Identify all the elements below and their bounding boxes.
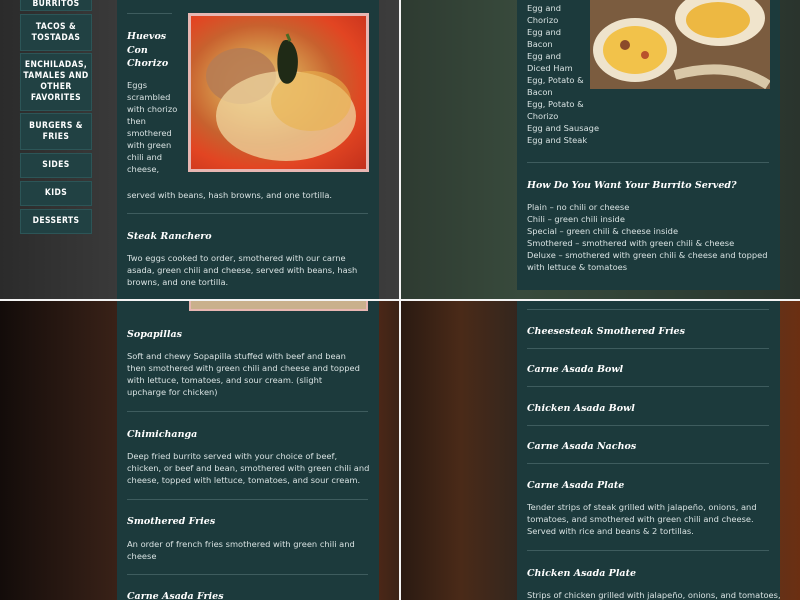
list-item: Egg and Sausage [527, 123, 600, 133]
divider [527, 386, 769, 387]
item-title-carne-asada-fries: Carne Asada Fries [127, 591, 224, 600]
divider [127, 411, 368, 412]
menu-panel: Egg and Chorizo Egg and Bacon Egg and Di… [517, 0, 780, 290]
quadrant-top-right: Egg and Chorizo Egg and Bacon Egg and Di… [401, 0, 800, 299]
food-photo-edge [189, 301, 368, 311]
item-title-huevos-con-chorizo: Huevos Con Chorizo [127, 31, 169, 69]
served-options-list: Plain – no chili or cheese Chili – green… [527, 201, 772, 273]
menu-panel: Sopapillas Soft and chewy Sopapilla stuf… [117, 301, 379, 600]
list-item: Egg and Steak [527, 135, 588, 145]
list-item: Egg, Potato & Chorizo [527, 99, 584, 121]
item-desc-sopapillas: Soft and chewy Sopapilla stuffed with be… [127, 351, 360, 397]
quadrant-bottom-left: Sopapillas Soft and chewy Sopapilla stuf… [0, 301, 399, 600]
list-item: Egg, Potato & Bacon [527, 75, 584, 97]
item-desc-smothered-fries: An order of french fries smothered with … [127, 539, 355, 561]
served-options-title: How Do You Want Your Burrito Served? [527, 180, 737, 191]
list-item: Egg and Bacon [527, 27, 562, 49]
divider [527, 162, 769, 163]
burrito-photo [590, 0, 770, 89]
item-desc-chicken-asada-plate: Strips of chicken grilled with jalapeño,… [527, 590, 781, 600]
item-desc-huevos-con-chorizo-end: served with beans, hash browns, and one … [127, 190, 333, 200]
list-item: Chili – green chili inside [527, 214, 625, 224]
list-item: Plain – no chili or cheese [527, 202, 630, 212]
sidebar-item-enchiladas-tamales[interactable]: ENCHILADAS, TAMALES AND OTHER FAVORITES [20, 53, 92, 111]
grid-divider-horizontal [0, 299, 800, 301]
item-title-chicken-asada-bowl: Chicken Asada Bowl [527, 403, 635, 414]
divider [127, 213, 368, 214]
item-title-carne-asada-nachos: Carne Asada Nachos [527, 441, 637, 452]
burrito-fillings-list: Egg and Chorizo Egg and Bacon Egg and Di… [527, 2, 599, 146]
quadrant-top-left: BURRITOS TACOS & TOSTADAS ENCHILADAS, TA… [0, 0, 399, 299]
sidebar-item-desserts[interactable]: DESSERTS [20, 209, 92, 234]
divider [127, 574, 368, 575]
divider [127, 13, 172, 14]
menu-panel: Huevos Con Chorizo Eggs scrambled with c… [117, 0, 379, 299]
list-item: Egg and Chorizo [527, 3, 562, 25]
item-title-smothered-fries: Smothered Fries [127, 516, 216, 527]
divider [127, 499, 368, 500]
menu-panel: Cheesesteak Smothered Fries Carne Asada … [517, 301, 781, 600]
sidebar-item-burgers-fries[interactable]: BURGERS & FRIES [20, 113, 92, 150]
list-item: Special – green chili & cheese inside [527, 226, 679, 236]
sidebar-item-tacos-tostadas[interactable]: TACOS & TOSTADAS [20, 14, 92, 51]
divider [527, 425, 769, 426]
list-item: Smothered – smothered with green chili &… [527, 238, 735, 248]
quadrant-bottom-right: Cheesesteak Smothered Fries Carne Asada … [401, 301, 800, 600]
category-sidebar: BURRITOS TACOS & TOSTADAS ENCHILADAS, TA… [20, 0, 92, 236]
sidebar-item-sides[interactable]: SIDES [20, 153, 92, 178]
sidebar-item-kids[interactable]: KIDS [20, 181, 92, 206]
divider [527, 348, 769, 349]
item-title-chimichanga: Chimichanga [127, 429, 198, 440]
item-title-chicken-asada-plate: Chicken Asada Plate [527, 568, 637, 579]
divider [527, 309, 769, 310]
item-desc-carne-asada-plate: Tender strips of steak grilled with jala… [527, 502, 757, 536]
item-title-steak-ranchero: Steak Ranchero [127, 231, 212, 242]
list-item: Egg and Diced Ham [527, 51, 573, 73]
item-title-cheesesteak-smothered-fries: Cheesesteak Smothered Fries [527, 326, 685, 337]
divider [527, 550, 769, 551]
divider [527, 463, 769, 464]
item-title-carne-asada-plate: Carne Asada Plate [527, 480, 625, 491]
item-desc-huevos-con-chorizo: Eggs scrambled with chorizo then smother… [127, 80, 178, 174]
list-item: Deluxe – smothered with green chili & ch… [527, 250, 768, 272]
item-desc-chimichanga: Deep fried burrito served with your choi… [127, 451, 370, 485]
item-desc-steak-ranchero: Two eggs cooked to order, smothered with… [127, 253, 358, 287]
item-title-sopapillas: Sopapillas [127, 329, 182, 340]
item-title-carne-asada-bowl: Carne Asada Bowl [527, 364, 624, 375]
huevos-con-chorizo-photo [188, 13, 369, 172]
sidebar-item-burritos[interactable]: BURRITOS [20, 0, 92, 11]
